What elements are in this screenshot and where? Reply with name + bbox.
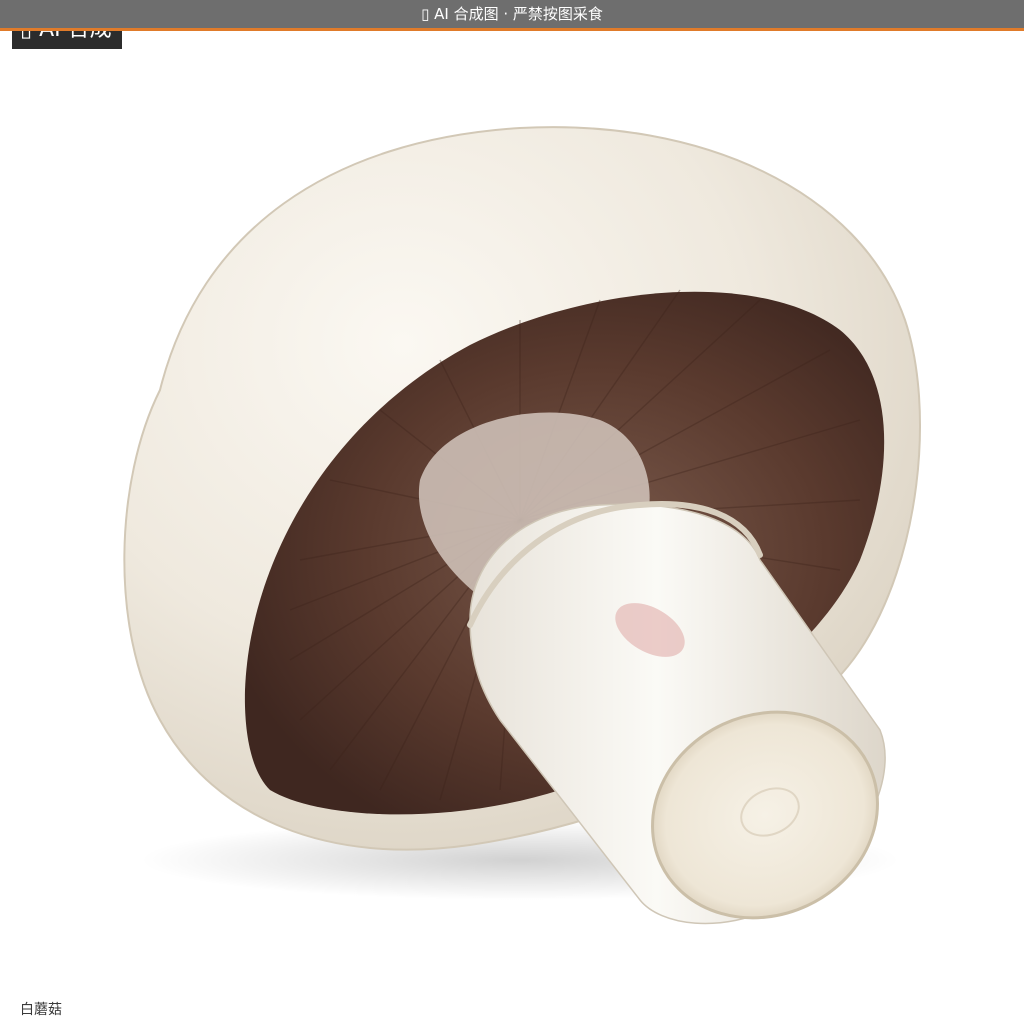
ai-badge: ▯ AI 合成	[12, 31, 122, 49]
image-caption: 白蘑菇	[20, 1002, 62, 1018]
ai-warning-banner: ▯ AI 合成图 · 严禁按图采食	[0, 0, 1024, 31]
ai-image-viewer: ▯ AI 合成图 · 严禁按图采食 ▯ AI 合成 白蘑菇	[0, 0, 1024, 1024]
ai-badge-text: ▯ AI 合成	[20, 31, 112, 42]
mushroom-photo	[123, 126, 921, 925]
ai-warning-text: ▯ AI 合成图 · 严禁按图采食	[421, 5, 603, 23]
